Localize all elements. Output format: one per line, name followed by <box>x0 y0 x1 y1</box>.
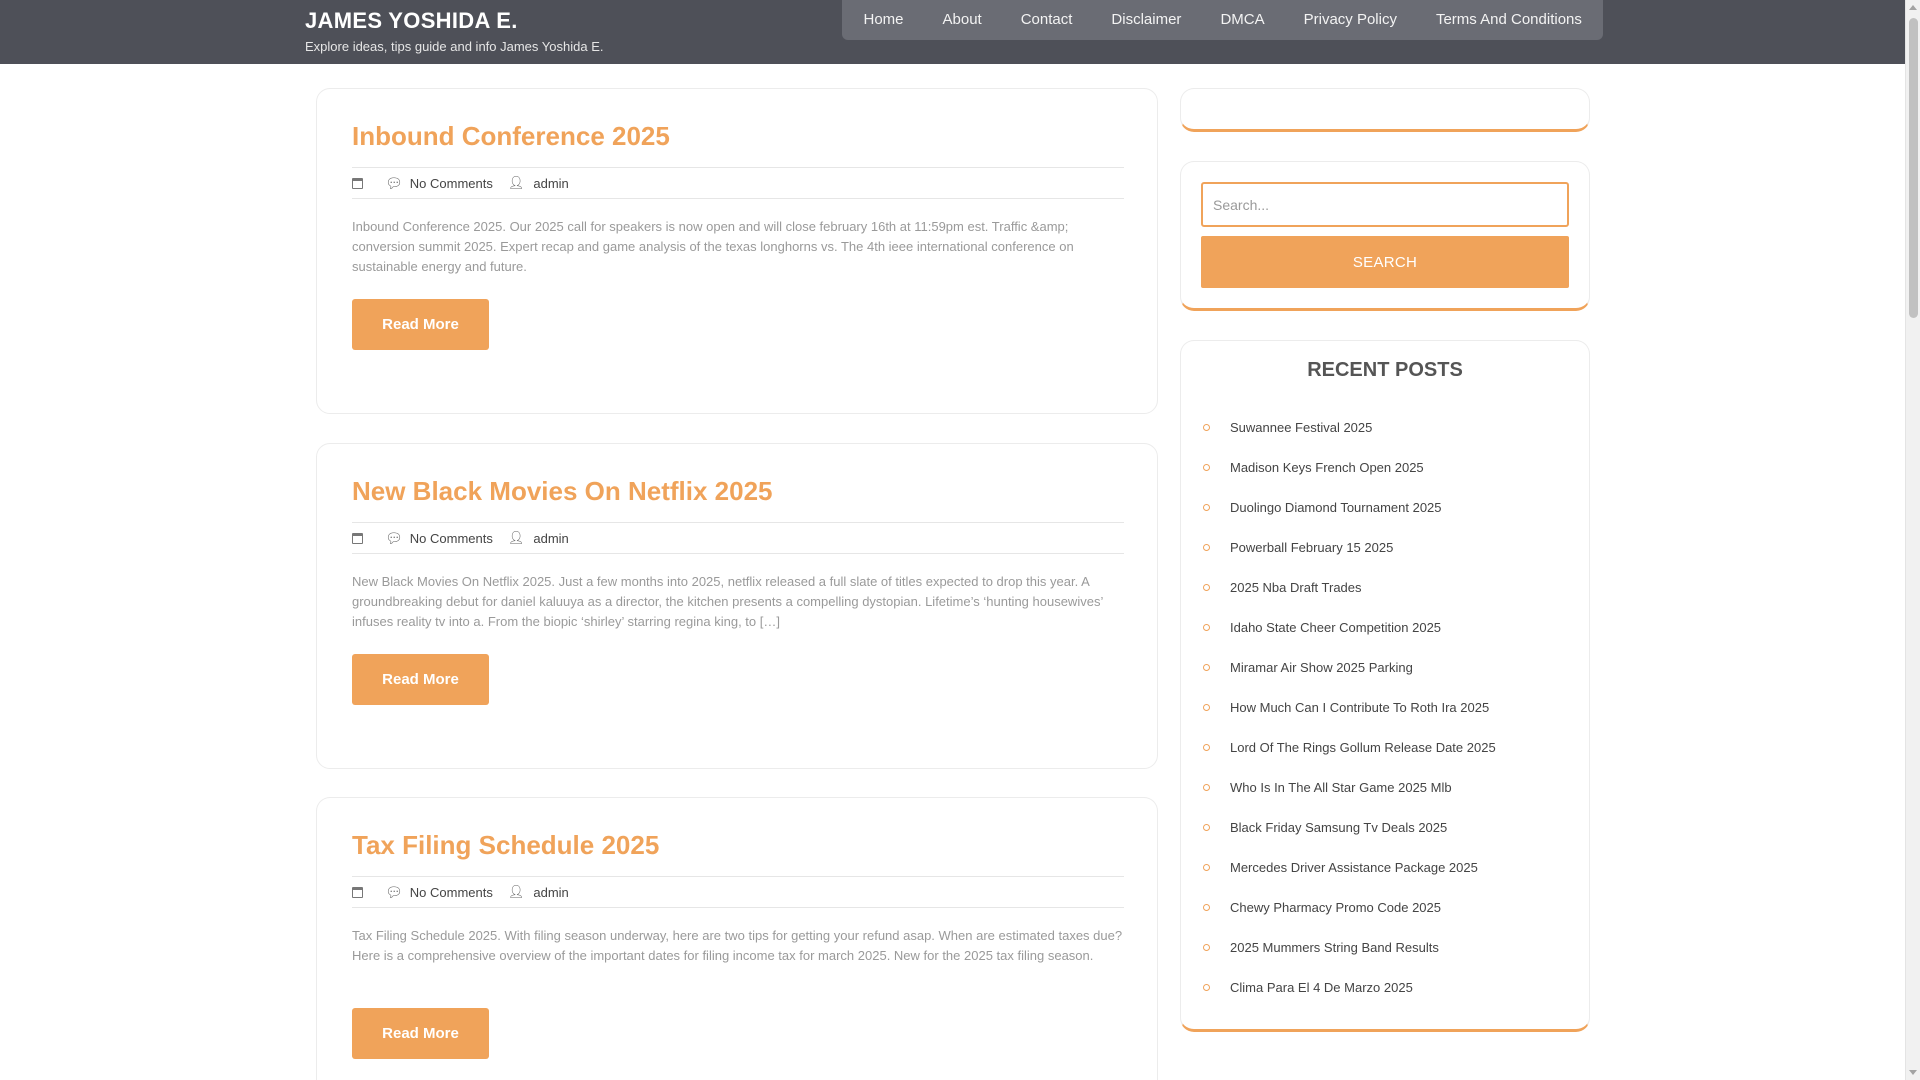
search-input[interactable] <box>1201 182 1569 227</box>
comment-icon: 💬︎ <box>385 883 403 900</box>
post-title-link[interactable]: Inbound Conference 2025 <box>352 121 670 152</box>
empty-widget <box>1180 88 1590 132</box>
recent-post-link[interactable]: Chewy Pharmacy Promo Code 2025 <box>1230 900 1441 915</box>
site-title-link[interactable]: JAMES YOSHIDA E. <box>305 8 603 34</box>
recent-posts-title: RECENT POSTS <box>1307 359 1463 381</box>
read-more-button[interactable]: Read More <box>352 1008 489 1059</box>
recent-post-link[interactable]: Suwannee Festival 2025 <box>1230 420 1372 435</box>
read-more-button[interactable]: Read More <box>352 654 489 705</box>
bullet-icon <box>1203 583 1210 591</box>
nav-item-contact[interactable]: Contact <box>1001 0 1092 40</box>
post-meta: 💬︎ No Comments 👤︎ admin <box>352 522 1124 554</box>
recent-posts-widget: RECENT POSTS Suwannee Festival 2025 Madi… <box>1180 340 1590 1032</box>
list-item: Black Friday Samsung Tv Deals 2025 <box>1201 807 1571 847</box>
read-more-button[interactable]: Read More <box>352 299 489 350</box>
user-icon: 👤︎ <box>507 884 525 899</box>
recent-post-link[interactable]: Clima Para El 4 De Marzo 2025 <box>1230 980 1413 995</box>
user-icon: 👤︎ <box>507 175 525 190</box>
user-icon: 👤︎ <box>507 530 525 545</box>
calendar-icon <box>352 886 363 898</box>
post-meta: 💬︎ No Comments 👤︎ admin <box>352 876 1124 908</box>
bullet-icon <box>1203 823 1210 831</box>
nav-item-terms[interactable]: Terms And Conditions <box>1416 0 1601 40</box>
list-item: Miramar Air Show 2025 Parking <box>1201 647 1571 687</box>
nav-item-disclaimer[interactable]: Disclaimer <box>1092 0 1201 40</box>
scrollbar-thumb[interactable] <box>1909 18 1918 318</box>
author-link[interactable]: admin <box>533 531 568 546</box>
bullet-icon <box>1203 983 1210 991</box>
recent-post-link[interactable]: Miramar Air Show 2025 Parking <box>1230 660 1413 675</box>
list-item: 2025 Mummers String Band Results <box>1201 927 1571 967</box>
post-title-link[interactable]: New Black Movies On Netflix 2025 <box>352 476 773 507</box>
author-link[interactable]: admin <box>533 885 568 900</box>
recent-posts-list: Suwannee Festival 2025 Madison Keys Fren… <box>1201 407 1571 1007</box>
comments-link[interactable]: No Comments <box>410 531 493 546</box>
bullet-icon <box>1203 503 1210 511</box>
list-item: Duolingo Diamond Tournament 2025 <box>1201 487 1571 527</box>
recent-post-link[interactable]: Black Friday Samsung Tv Deals 2025 <box>1230 820 1447 835</box>
nav-item-about[interactable]: About <box>923 0 1001 40</box>
comment-icon: 💬︎ <box>385 529 403 546</box>
recent-post-link[interactable]: 2025 Nba Draft Trades <box>1230 580 1362 595</box>
bullet-icon <box>1203 783 1210 791</box>
site-tagline: Explore ideas, tips guide and info James… <box>305 39 604 54</box>
author-link[interactable]: admin <box>533 176 568 191</box>
recent-post-link[interactable]: Lord Of The Rings Gollum Release Date 20… <box>1230 740 1496 755</box>
scroll-up-arrow-icon[interactable] <box>1909 5 1917 10</box>
post-excerpt: Inbound Conference 2025. Our 2025 call f… <box>352 219 1074 274</box>
nav-item-home[interactable]: Home <box>844 0 923 40</box>
page-scrollbar[interactable] <box>1905 0 1920 1080</box>
list-item: Lord Of The Rings Gollum Release Date 20… <box>1201 727 1571 767</box>
list-item: Chewy Pharmacy Promo Code 2025 <box>1201 887 1571 927</box>
list-item: How Much Can I Contribute To Roth Ira 20… <box>1201 687 1571 727</box>
list-item: 2025 Nba Draft Trades <box>1201 567 1571 607</box>
post-excerpt: New Black Movies On Netflix 2025. Just a… <box>352 574 1103 629</box>
main-nav: Home About Contact Disclaimer DMCA Priva… <box>842 0 1604 40</box>
recent-post-link[interactable]: Powerball February 15 2025 <box>1230 540 1393 555</box>
site-header: JAMES YOSHIDA E. Explore ideas, tips gui… <box>0 0 1905 64</box>
bullet-icon <box>1203 423 1210 431</box>
nav-item-dmca[interactable]: DMCA <box>1201 0 1284 40</box>
scroll-down-arrow-icon[interactable] <box>1909 1070 1917 1075</box>
bullet-icon <box>1203 863 1210 871</box>
post-title-link[interactable]: Tax Filing Schedule 2025 <box>352 830 659 861</box>
branding: JAMES YOSHIDA E. Explore ideas, tips gui… <box>305 8 603 54</box>
recent-post-link[interactable]: Duolingo Diamond Tournament 2025 <box>1230 500 1442 515</box>
recent-post-link[interactable]: Idaho State Cheer Competition 2025 <box>1230 620 1441 635</box>
list-item: Clima Para El 4 De Marzo 2025 <box>1201 967 1571 1007</box>
list-item: Who Is In The All Star Game 2025 Mlb <box>1201 767 1571 807</box>
comments-link[interactable]: No Comments <box>410 176 493 191</box>
list-item: Powerball February 15 2025 <box>1201 527 1571 567</box>
search-widget: SEARCH <box>1180 161 1590 311</box>
bullet-icon <box>1203 623 1210 631</box>
bullet-icon <box>1203 663 1210 671</box>
list-item: Madison Keys French Open 2025 <box>1201 447 1571 487</box>
post-excerpt: Tax Filing Schedule 2025. With filing se… <box>352 928 1123 963</box>
nav-item-privacy-policy[interactable]: Privacy Policy <box>1284 0 1416 40</box>
recent-post-link[interactable]: 2025 Mummers String Band Results <box>1230 940 1439 955</box>
bullet-icon <box>1203 943 1210 951</box>
bullet-icon <box>1203 903 1210 911</box>
list-item: Mercedes Driver Assistance Package 2025 <box>1201 847 1571 887</box>
comment-icon: 💬︎ <box>385 174 403 191</box>
post-card: Tax Filing Schedule 2025 💬︎ No Comments … <box>316 797 1158 1080</box>
post-meta: 💬︎ No Comments 👤︎ admin <box>352 167 1124 199</box>
bullet-icon <box>1203 543 1210 551</box>
list-item: Idaho State Cheer Competition 2025 <box>1201 607 1571 647</box>
list-item: Suwannee Festival 2025 <box>1201 407 1571 447</box>
calendar-icon <box>352 532 363 544</box>
recent-post-link[interactable]: Madison Keys French Open 2025 <box>1230 460 1424 475</box>
post-card: Inbound Conference 2025 💬︎ No Comments 👤… <box>316 88 1158 414</box>
search-button[interactable]: SEARCH <box>1201 236 1569 288</box>
recent-post-link[interactable]: Mercedes Driver Assistance Package 2025 <box>1230 860 1478 875</box>
bullet-icon <box>1203 743 1210 751</box>
calendar-icon <box>352 177 363 189</box>
recent-post-link[interactable]: How Much Can I Contribute To Roth Ira 20… <box>1230 700 1489 715</box>
bullet-icon <box>1203 463 1210 471</box>
post-card: New Black Movies On Netflix 2025 💬︎ No C… <box>316 443 1158 769</box>
recent-post-link[interactable]: Who Is In The All Star Game 2025 Mlb <box>1230 780 1452 795</box>
bullet-icon <box>1203 703 1210 711</box>
comments-link[interactable]: No Comments <box>410 885 493 900</box>
